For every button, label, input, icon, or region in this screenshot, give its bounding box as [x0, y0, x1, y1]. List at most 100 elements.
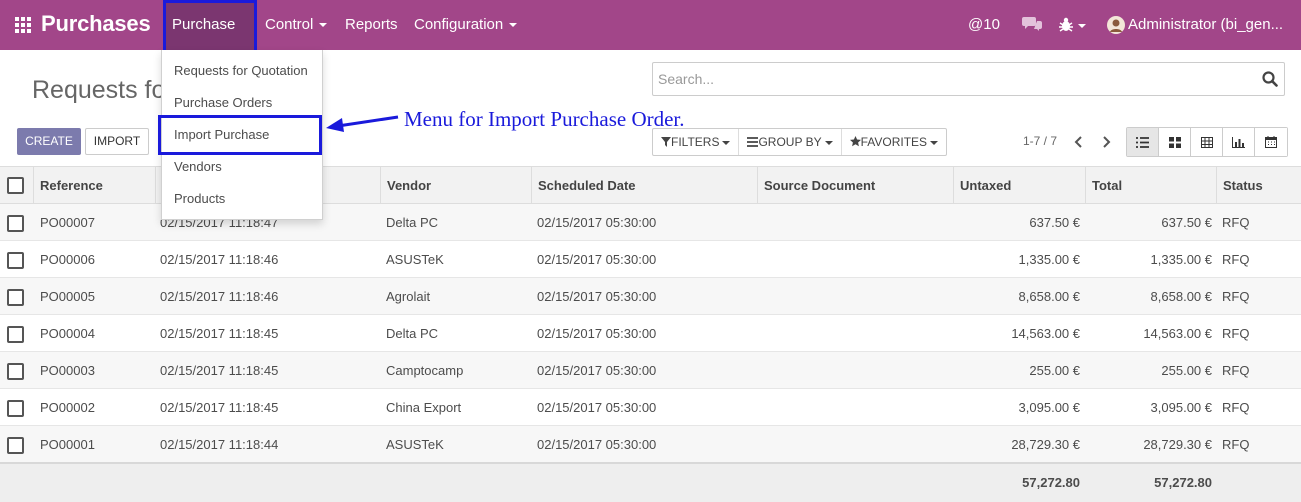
menu-reports[interactable]: Reports — [337, 0, 406, 50]
filters-label: FILTERS — [671, 135, 720, 149]
caret-down-icon — [319, 23, 328, 28]
total-amount: 57,272.80 — [1154, 475, 1212, 490]
chat-icon[interactable] — [1022, 16, 1042, 34]
cell-order-date: 02/15/2017 11:18:44 — [160, 437, 279, 452]
cell-total: 14,563.00 € — [1143, 326, 1212, 341]
menu-item-products[interactable]: Products — [174, 191, 225, 206]
cell-reference: PO00007 — [40, 215, 95, 230]
pager-next-button[interactable] — [1095, 131, 1117, 153]
column-status[interactable]: Status — [1216, 167, 1301, 204]
cell-status: RFQ — [1222, 363, 1250, 378]
cell-reference: PO00006 — [40, 252, 95, 267]
table-row[interactable]: PO00001 02/15/2017 11:18:44 ASUSTeK 02/1… — [0, 426, 1301, 463]
cell-untaxed: 8,658.00 € — [1018, 289, 1080, 304]
kanban-view-button[interactable] — [1159, 128, 1191, 156]
chevron-left-icon — [1074, 136, 1082, 148]
cell-status: RFQ — [1222, 437, 1250, 452]
menu-configuration-label: Configuration — [414, 16, 504, 33]
row-checkbox[interactable] — [7, 326, 24, 343]
menu-item-vendors[interactable]: Vendors — [174, 159, 222, 174]
row-checkbox[interactable] — [7, 252, 24, 269]
cell-reference: PO00001 — [40, 437, 95, 452]
cell-vendor: ASUSTeK — [386, 437, 444, 452]
graph-view-button[interactable] — [1223, 128, 1255, 156]
import-button[interactable]: IMPORT — [85, 128, 149, 155]
menu-configuration[interactable]: Configuration — [406, 0, 525, 50]
table-row[interactable]: PO00006 02/15/2017 11:18:46 ASUSTeK 02/1… — [0, 241, 1301, 278]
search-icon[interactable] — [1262, 71, 1278, 90]
menu-reports-label: Reports — [345, 16, 398, 33]
search-options: FILTERS GROUP BY FAVORITES — [652, 128, 948, 156]
create-button[interactable]: CREATE — [17, 128, 81, 155]
list-view-button[interactable] — [1127, 128, 1159, 156]
table-row[interactable]: PO00002 02/15/2017 11:18:45 China Export… — [0, 389, 1301, 426]
cell-scheduled-date: 02/15/2017 05:30:00 — [537, 400, 657, 415]
pager-previous-button[interactable] — [1068, 131, 1090, 153]
cell-status: RFQ — [1222, 252, 1250, 267]
row-checkbox[interactable] — [7, 400, 24, 417]
annotation-label: Menu for Import Purchase Order. — [404, 107, 685, 131]
user-menu[interactable]: Administrator (bi_gen... — [1128, 0, 1301, 78]
cell-total: 3,095.00 € — [1150, 400, 1212, 415]
cell-total: 8,658.00 € — [1150, 289, 1212, 304]
apps-grid-icon[interactable] — [15, 17, 33, 33]
cell-untaxed: 637.50 € — [1029, 215, 1080, 230]
favorites-label: FAVORITES — [860, 135, 928, 149]
mentions-counter[interactable]: @10 — [968, 0, 1000, 50]
cell-vendor: Agrolait — [386, 289, 431, 304]
row-checkbox[interactable] — [7, 289, 24, 306]
pager-value[interactable]: 1-7 / 7 — [1023, 134, 1057, 148]
chevron-right-icon — [1103, 136, 1111, 148]
purchase-menu-highlight-box — [163, 0, 257, 53]
annotation-arrow-icon — [326, 115, 399, 132]
menu-control[interactable]: Control — [257, 0, 335, 50]
table-row[interactable]: PO00005 02/15/2017 11:18:46 Agrolait 02/… — [0, 278, 1301, 315]
favorites-button[interactable]: FAVORITES — [842, 129, 946, 155]
import-purchase-highlight-box — [158, 115, 322, 155]
caret-down-icon — [722, 140, 731, 145]
app-brand[interactable]: Purchases — [41, 11, 151, 37]
calendar-view-button[interactable] — [1255, 128, 1287, 156]
menu-item-purchase-orders[interactable]: Purchase Orders — [174, 95, 272, 110]
cell-scheduled-date: 02/15/2017 05:30:00 — [537, 252, 657, 267]
select-all-checkbox[interactable] — [7, 177, 24, 194]
cell-status: RFQ — [1222, 289, 1250, 304]
group-by-button[interactable]: GROUP BY — [739, 129, 842, 155]
column-scheduled-date[interactable]: Scheduled Date — [531, 167, 757, 204]
group-by-label: GROUP BY — [758, 135, 822, 149]
menu-item-requests-for-quotation[interactable]: Requests for Quotation — [174, 63, 308, 78]
cell-vendor: Delta PC — [386, 215, 439, 230]
mentions-label: @10 — [968, 16, 1000, 33]
cell-vendor: ASUSTeK — [386, 252, 444, 267]
cell-order-date: 02/15/2017 11:18:45 — [160, 326, 279, 341]
table-row[interactable]: PO00004 02/15/2017 11:18:45 Delta PC 02/… — [0, 315, 1301, 352]
cell-reference: PO00002 — [40, 400, 95, 415]
list-icon — [1136, 136, 1149, 148]
search-box[interactable] — [652, 62, 1285, 96]
column-total[interactable]: Total — [1085, 167, 1216, 204]
column-reference[interactable]: Reference — [33, 167, 155, 204]
column-source-document[interactable]: Source Document — [757, 167, 953, 204]
row-checkbox[interactable] — [7, 437, 24, 454]
debug-bug-icon[interactable] — [1058, 17, 1088, 35]
cell-untaxed: 14,563.00 € — [1011, 326, 1080, 341]
filters-button[interactable]: FILTERS — [653, 129, 740, 155]
cell-vendor: China Export — [386, 400, 462, 415]
cell-untaxed: 3,095.00 € — [1018, 400, 1080, 415]
row-checkbox[interactable] — [7, 363, 24, 380]
cell-status: RFQ — [1222, 326, 1250, 341]
cell-order-date: 02/15/2017 11:18:46 — [160, 252, 279, 267]
table-row[interactable]: PO00003 02/15/2017 11:18:45 Camptocamp 0… — [0, 352, 1301, 389]
cell-reference: PO00004 — [40, 326, 95, 341]
column-untaxed[interactable]: Untaxed — [953, 167, 1085, 204]
view-switcher — [1126, 127, 1288, 157]
search-input[interactable] — [658, 71, 1248, 87]
user-avatar[interactable] — [1107, 16, 1125, 36]
column-vendor[interactable]: Vendor — [380, 167, 531, 204]
user-name: Administrator (bi_gen... — [1128, 16, 1284, 33]
cell-reference: PO00003 — [40, 363, 95, 378]
row-checkbox[interactable] — [7, 215, 24, 232]
pivot-view-button[interactable] — [1191, 128, 1223, 156]
cell-total: 28,729.30 € — [1143, 437, 1212, 452]
cell-total: 637.50 € — [1161, 215, 1212, 230]
